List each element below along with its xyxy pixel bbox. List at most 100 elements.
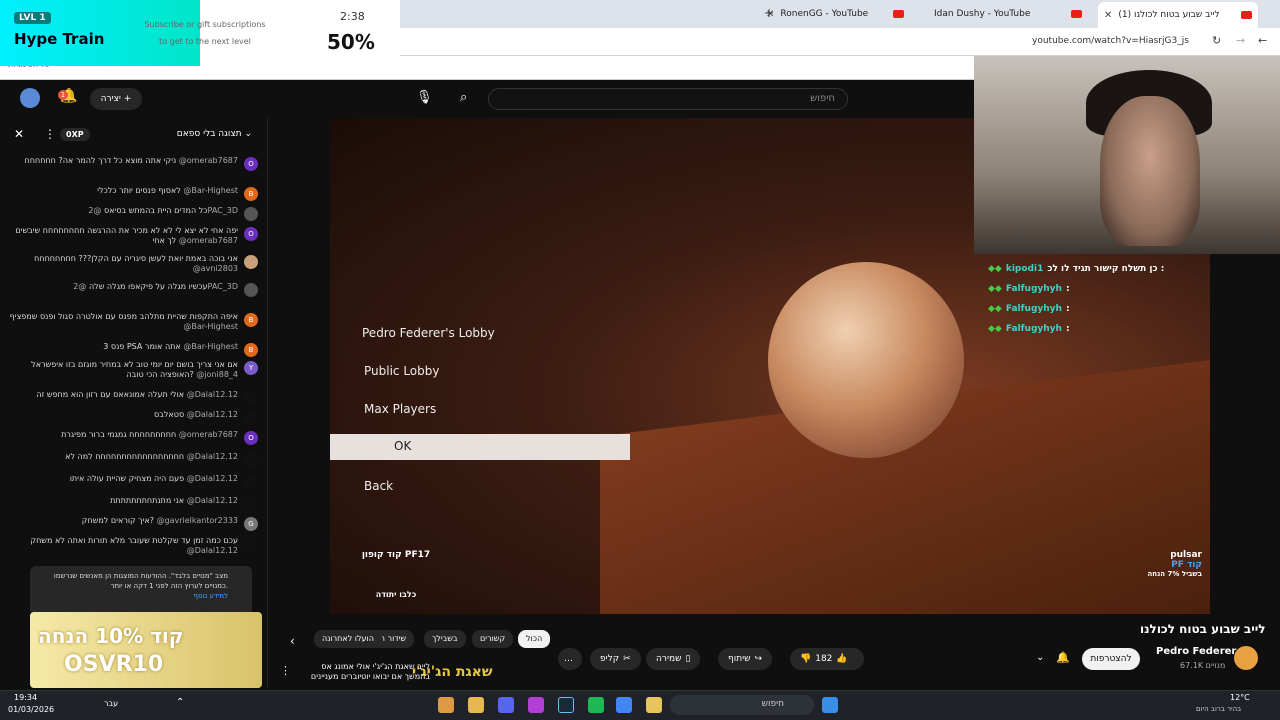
avatar[interactable]: O <box>244 431 258 445</box>
more-icon[interactable]: ⋮ <box>280 664 291 677</box>
clock-date[interactable]: 01/03/2026 <box>8 705 54 714</box>
weather-temp[interactable]: 12°C <box>1230 693 1250 702</box>
avatar[interactable] <box>20 88 40 108</box>
chat-username[interactable]: @omerab7687 <box>179 156 238 165</box>
chat-username[interactable]: @Dalal12.12 <box>187 390 238 399</box>
chevron-up-icon[interactable]: ⌃ <box>176 697 184 708</box>
browser-tab-active[interactable]: ✕ (1) לייב שבוע בטוח לכולנו <box>1098 2 1258 28</box>
chat-username[interactable]: @Bar-Highest <box>183 186 238 195</box>
spotify-icon[interactable] <box>588 697 604 713</box>
channel-name[interactable]: Pedro Federer <box>1156 646 1236 657</box>
app-icon[interactable] <box>528 697 544 713</box>
windows-taskbar <box>0 690 1280 720</box>
avatar[interactable]: B <box>244 343 258 357</box>
lobby-title: Pedro Federer's Lobby <box>362 326 495 340</box>
chat-username[interactable]: @Bar-Highest <box>183 342 238 351</box>
close-tab-icon[interactable]: ✕ <box>1104 10 1112 21</box>
app-icon[interactable] <box>438 697 454 713</box>
avatar[interactable] <box>244 411 258 425</box>
chrome-icon[interactable] <box>616 697 632 713</box>
avatar[interactable] <box>244 207 258 221</box>
like-icon[interactable]: 👍 <box>836 654 847 664</box>
avatar[interactable]: B <box>244 187 258 201</box>
badge-icon: ◆◆ <box>988 284 1002 294</box>
chat-username[interactable]: @joni88_4 <box>196 370 238 379</box>
avatar[interactable] <box>244 537 258 551</box>
learn-more-link[interactable]: למידע נוסף <box>194 592 228 600</box>
chevron-down-icon[interactable]: ⌄ <box>1036 652 1044 663</box>
start-icon[interactable] <box>822 697 838 713</box>
browser-tab-2[interactable]: Idan Dushy - YouTube <box>928 4 1088 24</box>
avatar[interactable]: O <box>244 227 258 241</box>
bell-icon[interactable]: 🔔 <box>1056 651 1070 664</box>
url-text[interactable]: youtube.com/watch?v=HiasrjG3_js <box>1032 36 1189 46</box>
subscribe-button[interactable]: להצטרפות <box>1082 648 1140 670</box>
channel-avatar[interactable] <box>1234 646 1258 670</box>
sponsor-code: PF קוד <box>1171 560 1202 570</box>
chat-username[interactable]: @omerab7687 <box>179 236 238 245</box>
close-icon[interactable]: ✕ <box>14 127 24 141</box>
weather-text: בהיר ברוב היום <box>1196 705 1242 713</box>
more-actions-button[interactable]: … <box>558 648 582 670</box>
clock-time[interactable]: 19:34 <box>14 693 37 702</box>
chat-username[interactable]: @Dalal12.12 <box>187 546 238 555</box>
share-icon: ↪ <box>754 654 763 664</box>
avatar[interactable] <box>244 497 258 511</box>
avatar[interactable] <box>244 283 258 297</box>
filter-chip[interactable]: בשבילך <box>424 630 466 648</box>
chat-mode-dropdown[interactable]: תצוגה בלי ספאם ⌄ <box>177 129 252 139</box>
folder-icon[interactable] <box>646 697 662 713</box>
filter-chip[interactable]: הכול <box>518 630 551 648</box>
xp-badge[interactable]: 0XP <box>60 127 90 141</box>
chat-mode-label: תצוגה בלי ספאם <box>176 129 242 139</box>
chat-message-text: פנס 3 PSA אתה אומר <box>103 342 181 351</box>
stream-overlay-chat: ◆◆ kipodi1 כן תשלח קישור תגיד לו לכ : ◆◆ Fal… <box>978 250 1278 350</box>
taskbar-search[interactable]: חיפוש <box>670 695 814 715</box>
new-tab-icon[interactable]: + <box>764 6 774 20</box>
avatar[interactable] <box>244 255 258 269</box>
avatar[interactable]: G <box>244 517 258 531</box>
chat-username[interactable]: @Bar-Highest <box>183 322 238 331</box>
chat-username[interactable]: @avni2803 <box>193 264 238 273</box>
dislike-icon[interactable]: 👎 <box>800 654 811 664</box>
browser-tab-1[interactable]: ✕ RonenGG - YouTube <box>760 4 910 24</box>
like-dislike-button[interactable]: 👎 182 👍 <box>790 648 864 670</box>
clip-button[interactable]: קליפ ✂ <box>590 648 641 670</box>
create-button[interactable]: יצירה + <box>90 88 142 110</box>
coupon-code: קוד קופון PF17 <box>361 550 431 560</box>
filter-chip[interactable]: קשורים <box>472 630 514 648</box>
chat-username[interactable]: @gavrielkantor2333 <box>156 516 238 525</box>
chat-username[interactable]: @Dalal12.12 <box>187 452 238 461</box>
avatar[interactable]: B <box>244 313 258 327</box>
search-icon[interactable]: ⌕ <box>460 90 467 105</box>
reload-icon[interactable]: ↻ <box>1212 34 1221 47</box>
chat-username[interactable]: @Dalal12.12 <box>187 410 238 419</box>
discord-icon[interactable] <box>498 697 514 713</box>
recommendation-title[interactable]: לייב שאגת הג'יג'י אולי אמונג אס בהמשך אם… <box>300 662 430 682</box>
forward-icon[interactable]: → <box>1236 34 1245 47</box>
back-icon[interactable]: ← <box>1258 34 1267 47</box>
chat-message: חחחחחחחחח גמגמי ברור מפיגרת @omerab7687 O <box>8 430 258 445</box>
chat-username[interactable]: @Dalal12.12 <box>187 496 238 505</box>
chat-message: איפה התקפות שהיית מתלהב מפנס עם אולטרה ס… <box>8 312 258 332</box>
language-indicator[interactable]: עבר <box>104 699 118 708</box>
app-icon[interactable] <box>468 697 484 713</box>
youtube-icon <box>893 10 904 18</box>
chevron-left-icon[interactable]: ‹ <box>290 634 295 648</box>
notice-text: מצב "מנויים בלבד". ההודעות המוצגות הן מא… <box>53 572 228 590</box>
chat-username[interactable]: @Dalal12.12 <box>187 474 238 483</box>
mic-icon[interactable]: 🎙 <box>416 90 433 105</box>
share-button[interactable]: שיתוף ↪ <box>718 648 773 670</box>
steam-icon[interactable] <box>558 697 574 713</box>
avatar[interactable]: Y <box>244 361 258 375</box>
avatar[interactable] <box>244 453 258 467</box>
save-button[interactable]: שמירה ▯ <box>646 648 701 670</box>
avatar[interactable] <box>244 391 258 405</box>
avatar[interactable]: O <box>244 157 258 171</box>
chat-username[interactable]: @omerab7687 <box>179 430 238 439</box>
avatar[interactable] <box>244 475 258 489</box>
more-icon[interactable]: ⋮ <box>44 127 56 141</box>
filter-chip[interactable]: הועלו לאחרונה <box>314 630 382 648</box>
search-input[interactable]: חיפוש <box>488 88 848 110</box>
youtube-icon <box>1241 11 1252 19</box>
